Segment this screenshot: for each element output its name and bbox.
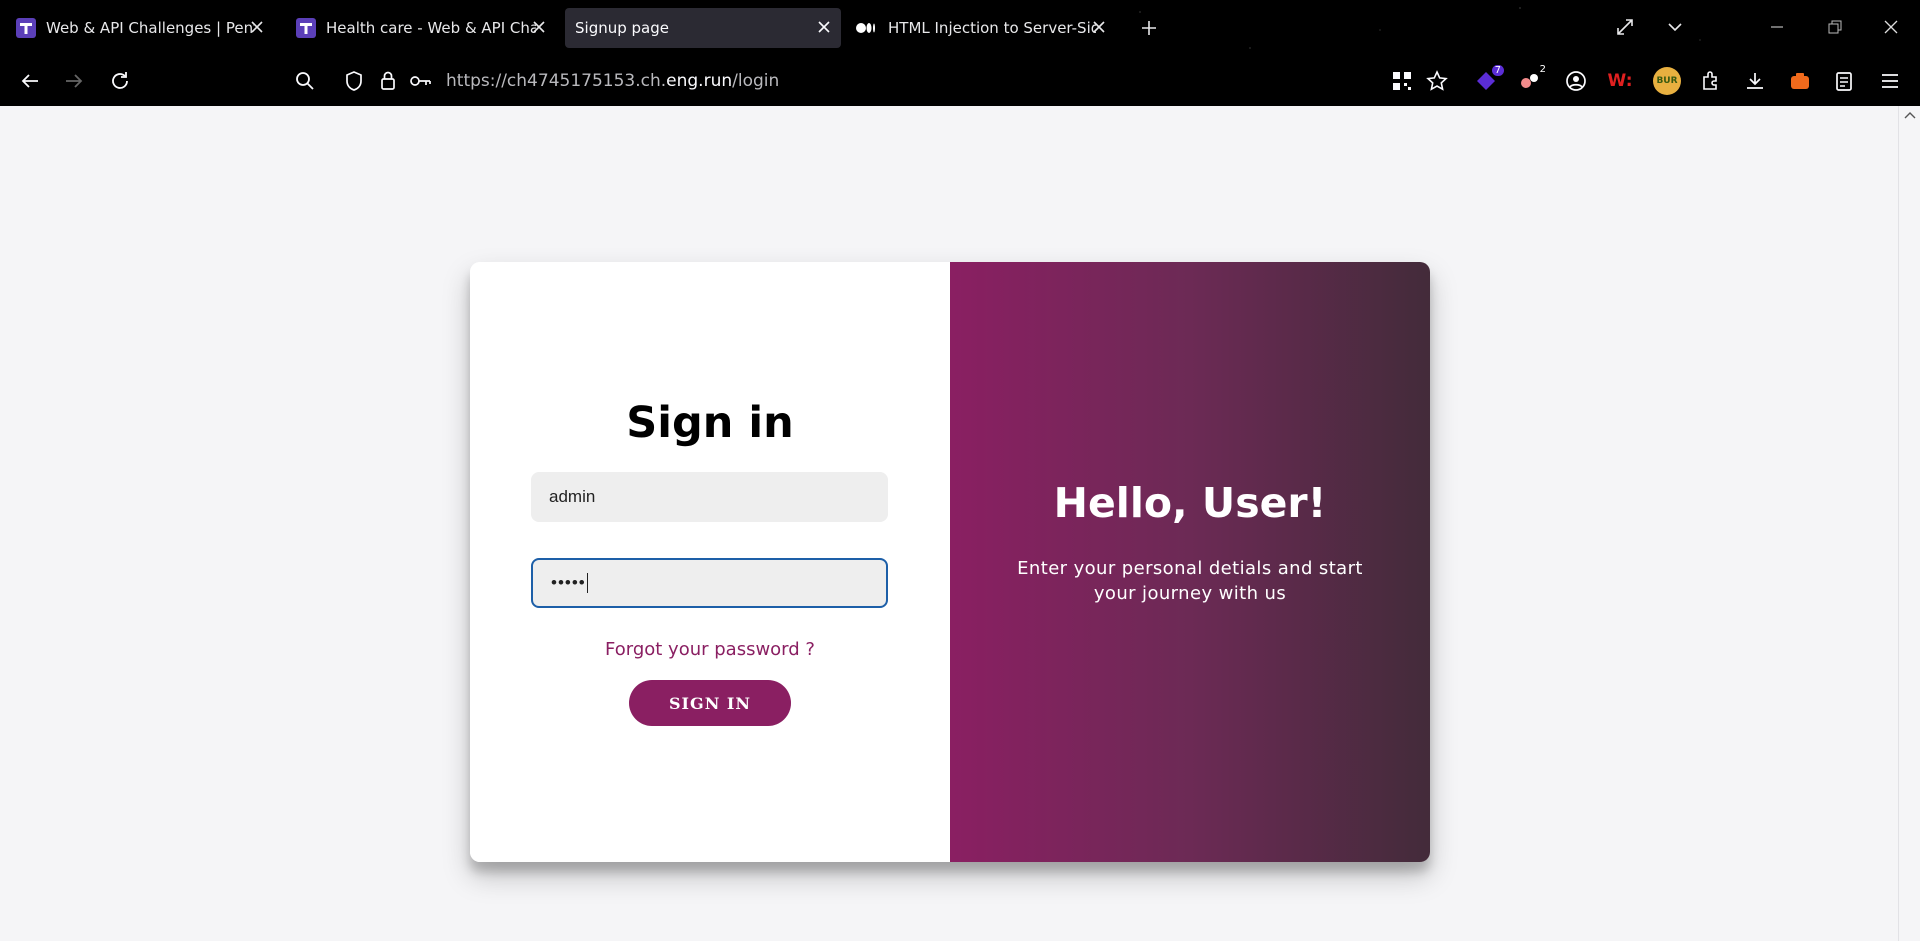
- fullscreen-icon[interactable]: [1612, 14, 1638, 40]
- navigation-toolbar: https://ch4745175153.ch.eng.run/login 7 …: [0, 56, 1920, 106]
- extension-bubbles-icon[interactable]: 2: [1518, 64, 1546, 93]
- wappalyzer-icon[interactable]: W:: [1607, 69, 1633, 93]
- back-arrow-icon[interactable]: [18, 69, 42, 93]
- tab-web-api-challenges[interactable]: Web & API Challenges | Pentath: [8, 8, 274, 48]
- lock-icon[interactable]: [376, 69, 400, 93]
- username-input[interactable]: admin: [531, 472, 888, 522]
- medium-favicon-icon: [856, 18, 878, 38]
- welcome-text: Enter your personal detials and start yo…: [1017, 558, 1363, 604]
- menu-hamburger-icon[interactable]: [1878, 69, 1902, 93]
- vertical-scrollbar[interactable]: [1898, 106, 1920, 941]
- signin-title: Sign in: [626, 398, 794, 448]
- extension-orange-icon[interactable]: [1788, 69, 1812, 93]
- tab-bar: Web & API Challenges | Pentath Health ca…: [0, 0, 1920, 56]
- url-prefix: https://ch4745175153.ch.: [446, 71, 667, 91]
- tab-html-injection[interactable]: HTML Injection to Server-Side R: [850, 8, 1116, 48]
- tab-title: HTML Injection to Server-Side R: [888, 19, 1096, 37]
- tab-title: Health care - Web & API Challe: [326, 19, 536, 37]
- password-mask: •••••: [551, 573, 586, 592]
- close-tab-icon[interactable]: [1090, 18, 1108, 36]
- extension-badge: 7: [1491, 65, 1504, 76]
- url-text[interactable]: https://ch4745175153.ch.eng.run/login: [446, 71, 779, 91]
- scroll-up-arrow-icon[interactable]: [1899, 108, 1920, 124]
- bookmark-star-icon[interactable]: [1425, 69, 1449, 93]
- qr-code-icon[interactable]: [1390, 69, 1414, 93]
- pentathlon-favicon-icon: [296, 18, 316, 38]
- tab-title: Web & API Challenges | Pentath: [46, 19, 254, 37]
- downloads-icon[interactable]: [1743, 69, 1767, 93]
- pentathlon-favicon-icon: [16, 18, 36, 38]
- tab-signup-page[interactable]: Signup page: [565, 8, 841, 48]
- signin-button[interactable]: SIGN IN: [629, 680, 791, 726]
- welcome-title: Hello, User!: [1053, 479, 1327, 527]
- reload-icon[interactable]: [108, 69, 132, 93]
- minimize-icon[interactable]: [1764, 14, 1790, 40]
- login-card: Sign in admin ••••• Forgot your password…: [470, 262, 1430, 862]
- close-window-icon[interactable]: [1878, 14, 1904, 40]
- page-viewport: Sign in admin ••••• Forgot your password…: [0, 106, 1898, 941]
- account-icon[interactable]: [1564, 69, 1588, 93]
- signin-form-panel: Sign in admin ••••• Forgot your password…: [470, 262, 950, 862]
- search-icon[interactable]: [293, 69, 317, 93]
- notes-icon[interactable]: [1832, 69, 1856, 93]
- password-input[interactable]: •••••: [531, 558, 888, 608]
- tab-health-care[interactable]: Health care - Web & API Challe: [290, 8, 556, 48]
- close-tab-icon[interactable]: [248, 18, 266, 36]
- extension-purple-icon[interactable]: 7: [1474, 65, 1504, 93]
- address-bar[interactable]: https://ch4745175153.ch.eng.run/login: [332, 62, 1456, 100]
- text-cursor: [586, 573, 588, 593]
- forward-arrow-icon[interactable]: [62, 69, 86, 93]
- extension-badge: BUR: [1656, 76, 1678, 86]
- key-icon[interactable]: [409, 69, 433, 93]
- url-host: eng.run: [666, 71, 733, 91]
- extensions-puzzle-icon[interactable]: [1699, 69, 1723, 93]
- tracking-protection-shield-icon[interactable]: [342, 69, 366, 93]
- url-path: /login: [732, 71, 780, 91]
- list-all-tabs-icon[interactable]: [1662, 14, 1688, 40]
- welcome-overlay-panel: Hello, User! Enter your personal detials…: [950, 262, 1430, 862]
- forgot-password-link[interactable]: Forgot your password ?: [470, 639, 950, 660]
- burp-extension-icon[interactable]: BUR: [1653, 67, 1681, 95]
- restore-icon[interactable]: [1822, 14, 1848, 40]
- close-tab-icon[interactable]: [815, 18, 833, 36]
- extension-badge: 2: [1539, 64, 1546, 75]
- extension-badge: W:: [1607, 71, 1633, 91]
- close-tab-icon[interactable]: [530, 18, 548, 36]
- new-tab-icon[interactable]: [1137, 16, 1161, 40]
- tab-title: Signup page: [575, 19, 669, 37]
